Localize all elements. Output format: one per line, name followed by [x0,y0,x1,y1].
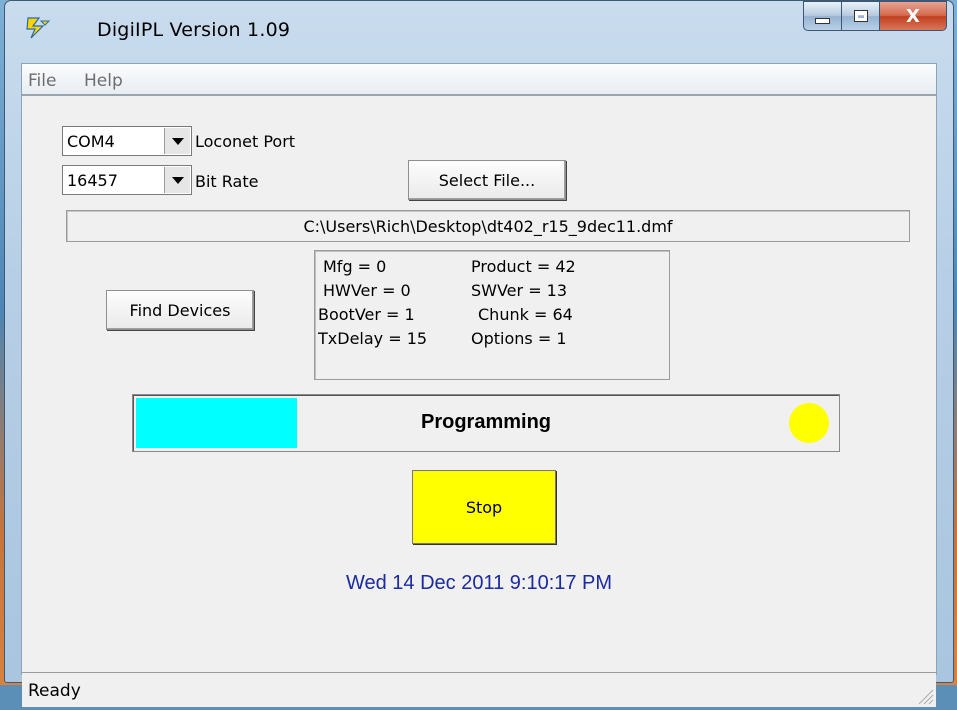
bitrate-select[interactable]: 16457 [62,165,192,195]
swver-value: SWVer = 13 [471,281,568,300]
main-panel: COM4 Loconet Port 16457 Bit Rate Select … [22,96,936,707]
port-dropdown-button[interactable] [164,128,190,154]
port-label: Loconet Port [195,132,296,151]
find-devices-button[interactable]: Find Devices [106,290,254,330]
bootver-value: BootVer = 1 [318,305,415,324]
mfg-value: Mfg = 0 [323,257,387,276]
programming-progress-bar: Programming [132,394,840,452]
options-value: Options = 1 [471,329,567,348]
client-area: File Help COM4 Loconet Port 16457 Bit Ra… [21,63,937,707]
close-button[interactable]: X [879,1,947,31]
menu-file[interactable]: File [28,71,56,91]
bitrate-select-value: 16457 [67,171,118,190]
status-indicator-icon [789,403,829,443]
hwver-value: HWVer = 0 [323,281,411,300]
minimize-icon [815,18,830,24]
bitrate-label: Bit Rate [195,172,259,191]
port-select-value: COM4 [67,132,115,151]
chevron-down-icon [171,137,184,145]
maximize-button[interactable] [841,1,879,31]
close-icon: X [906,5,920,27]
minimize-button[interactable] [803,1,841,31]
bitrate-dropdown-button[interactable] [164,167,190,193]
status-text: Ready [28,681,81,701]
caption-buttons: X [803,1,947,31]
resize-grip-icon[interactable] [916,687,934,705]
menu-help[interactable]: Help [84,71,123,91]
chunk-value: Chunk = 64 [478,305,573,324]
progress-label: Programming [420,411,552,433]
select-file-button[interactable]: Select File... [408,160,566,200]
product-value: Product = 42 [471,257,576,276]
device-info-box: Mfg = 0 Product = 42 HWVer = 0 SWVer = 1… [314,250,670,380]
menu-bar: File Help [22,64,936,96]
app-window: DigiIPL Version 1.09 X File Help COM4 Lo… [4,0,954,707]
stop-button[interactable]: Stop [412,470,556,544]
file-path-display: C:\Users\Rich\Desktop\dt402_r15_9dec11.d… [66,210,910,242]
status-bar: Ready [22,672,936,707]
datetime-display: Wed 14 Dec 2011 9:10:17 PM [345,572,613,594]
lightning-bolt-icon [25,15,51,41]
title-bar[interactable]: DigiIPL Version 1.09 X [5,1,953,59]
chevron-down-icon [171,176,184,184]
maximize-icon [853,10,868,22]
txdelay-value: TxDelay = 15 [318,329,428,348]
port-select[interactable]: COM4 [62,126,192,156]
window-title: DigiIPL Version 1.09 [97,19,291,41]
